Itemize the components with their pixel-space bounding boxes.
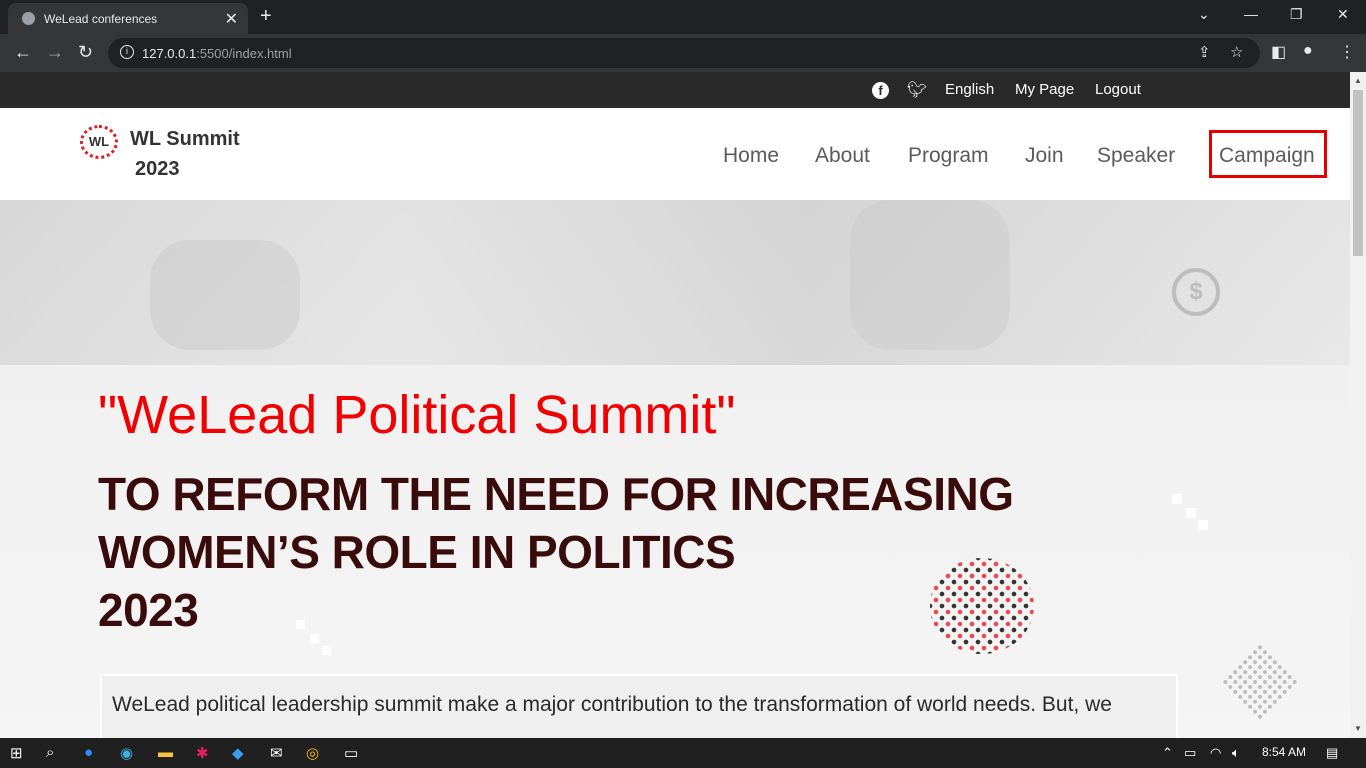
- tray-chevron-icon[interactable]: ⌃: [1162, 745, 1173, 761]
- restore-button[interactable]: ❐: [1290, 6, 1303, 23]
- square-decoration: [322, 646, 331, 655]
- slack-icon[interactable]: ✱: [196, 744, 209, 762]
- windows-taskbar: ⊞ ⌕ ● ◉ ▬ ✱ ◆ ✉ ◎ ▭ ⌃ ▭ ◠ 🔈︎ 8:54 AM ▤: [0, 738, 1366, 768]
- square-decoration: [1198, 520, 1208, 530]
- square-decoration: [296, 620, 305, 629]
- url-text: 127.0.0.1:5500/index.html: [142, 46, 292, 61]
- no-dollar-icon: $: [1172, 268, 1220, 316]
- facebook-icon[interactable]: f: [872, 82, 889, 99]
- page-scrollbar[interactable]: ▲ ▼: [1350, 72, 1366, 738]
- logout-link[interactable]: Logout: [1095, 81, 1141, 98]
- headline-line: 2023: [98, 584, 199, 636]
- new-tab-button[interactable]: +: [260, 5, 272, 28]
- chrome-icon[interactable]: ◎: [306, 744, 319, 762]
- web-page: f 🐦︎ English My Page Logout WL WL Summit…: [0, 72, 1350, 738]
- hero-section: $ "WeLead Political Summit" TO REFORM TH…: [0, 200, 1350, 738]
- headline-line: TO REFORM THE NEED FOR INCREASING: [98, 468, 1014, 520]
- square-decoration: [1186, 508, 1196, 518]
- notifications-icon[interactable]: ▤: [1326, 745, 1338, 761]
- scroll-down-arrow-icon[interactable]: ▼: [1354, 724, 1362, 733]
- nav-program[interactable]: Program: [908, 144, 989, 168]
- square-decoration: [310, 634, 319, 643]
- site-info-icon[interactable]: i: [120, 45, 134, 59]
- terminal-icon[interactable]: ▭: [344, 744, 358, 762]
- site-header: WL WL Summit 2023 Home About Program Joi…: [0, 108, 1350, 200]
- browser-tab-strip: WeLead conferences ✕ + ⌄ — ❐ ✕: [0, 0, 1366, 34]
- volume-icon[interactable]: 🔈︎: [1232, 745, 1240, 761]
- logo[interactable]: WL: [80, 125, 118, 159]
- brand-year[interactable]: 2023: [135, 158, 180, 181]
- hero-headline: TO REFORM THE NEED FOR INCREASING WOMEN’…: [98, 465, 1014, 639]
- dotted-circle-decoration: [930, 558, 1034, 654]
- square-decoration: [1172, 494, 1182, 504]
- menu-kebab-icon[interactable]: ⋮: [1339, 42, 1355, 62]
- globe-icon: [22, 12, 35, 25]
- reload-icon[interactable]: ↻: [78, 42, 93, 63]
- zoom-app-icon[interactable]: ●: [84, 744, 93, 761]
- edge-icon[interactable]: ◉: [120, 744, 133, 762]
- dotted-diamond-decoration: [1220, 642, 1300, 722]
- back-icon[interactable]: ←: [14, 42, 32, 63]
- brand-title[interactable]: WL Summit: [130, 128, 240, 151]
- wifi-icon[interactable]: ◠: [1210, 745, 1221, 761]
- language-link[interactable]: English: [945, 81, 994, 98]
- mail-icon[interactable]: ✉: [270, 744, 283, 762]
- tab-close-icon[interactable]: ✕: [225, 9, 238, 29]
- search-icon[interactable]: ⌕: [46, 744, 54, 761]
- file-explorer-icon[interactable]: ▬: [158, 744, 173, 761]
- headline-line: WOMEN’S ROLE IN POLITICS: [98, 526, 736, 578]
- nav-about[interactable]: About: [815, 144, 870, 168]
- utility-bar: f 🐦︎ English My Page Logout: [0, 72, 1350, 108]
- twitter-icon[interactable]: 🐦︎: [907, 80, 927, 100]
- nav-speaker[interactable]: Speaker: [1097, 144, 1175, 168]
- close-window-button[interactable]: ✕: [1337, 6, 1349, 23]
- tab-title: WeLead conferences: [44, 12, 158, 26]
- address-bar[interactable]: i 127.0.0.1:5500/index.html ⇪ ☆: [108, 38, 1260, 68]
- nav-campaign-label: Campaign: [1219, 144, 1315, 167]
- nav-join[interactable]: Join: [1025, 144, 1064, 168]
- forward-icon[interactable]: →: [46, 42, 64, 63]
- hero-quote: "WeLead Political Summit": [98, 385, 736, 445]
- nav-campaign[interactable]: Campaign: [1209, 130, 1327, 178]
- profile-icon[interactable]: ●: [1303, 42, 1313, 60]
- side-panel-icon[interactable]: ◧: [1271, 42, 1286, 62]
- browser-toolbar: ← → ↻ i 127.0.0.1:5500/index.html ⇪ ☆ ◧ …: [0, 34, 1366, 72]
- clock[interactable]: 8:54 AM: [1262, 745, 1306, 759]
- battery-icon[interactable]: ▭: [1184, 745, 1196, 761]
- vscode-icon[interactable]: ◆: [232, 744, 244, 762]
- browser-tab[interactable]: WeLead conferences ✕: [8, 3, 248, 34]
- background-shoe: [150, 240, 300, 350]
- tab-search-icon[interactable]: ⌄: [1198, 6, 1210, 23]
- scroll-up-arrow-icon[interactable]: ▲: [1354, 76, 1362, 85]
- minimize-button[interactable]: —: [1244, 6, 1258, 22]
- background-shoe: [850, 200, 1010, 350]
- my-page-link[interactable]: My Page: [1015, 81, 1074, 98]
- scrollbar-thumb[interactable]: [1353, 90, 1363, 256]
- bookmark-star-icon[interactable]: ☆: [1230, 43, 1243, 61]
- share-icon[interactable]: ⇪: [1198, 43, 1211, 61]
- hero-paragraph: WeLead political leadership summit make …: [100, 674, 1178, 738]
- windows-start-icon[interactable]: ⊞: [10, 744, 23, 762]
- nav-home[interactable]: Home: [723, 144, 779, 168]
